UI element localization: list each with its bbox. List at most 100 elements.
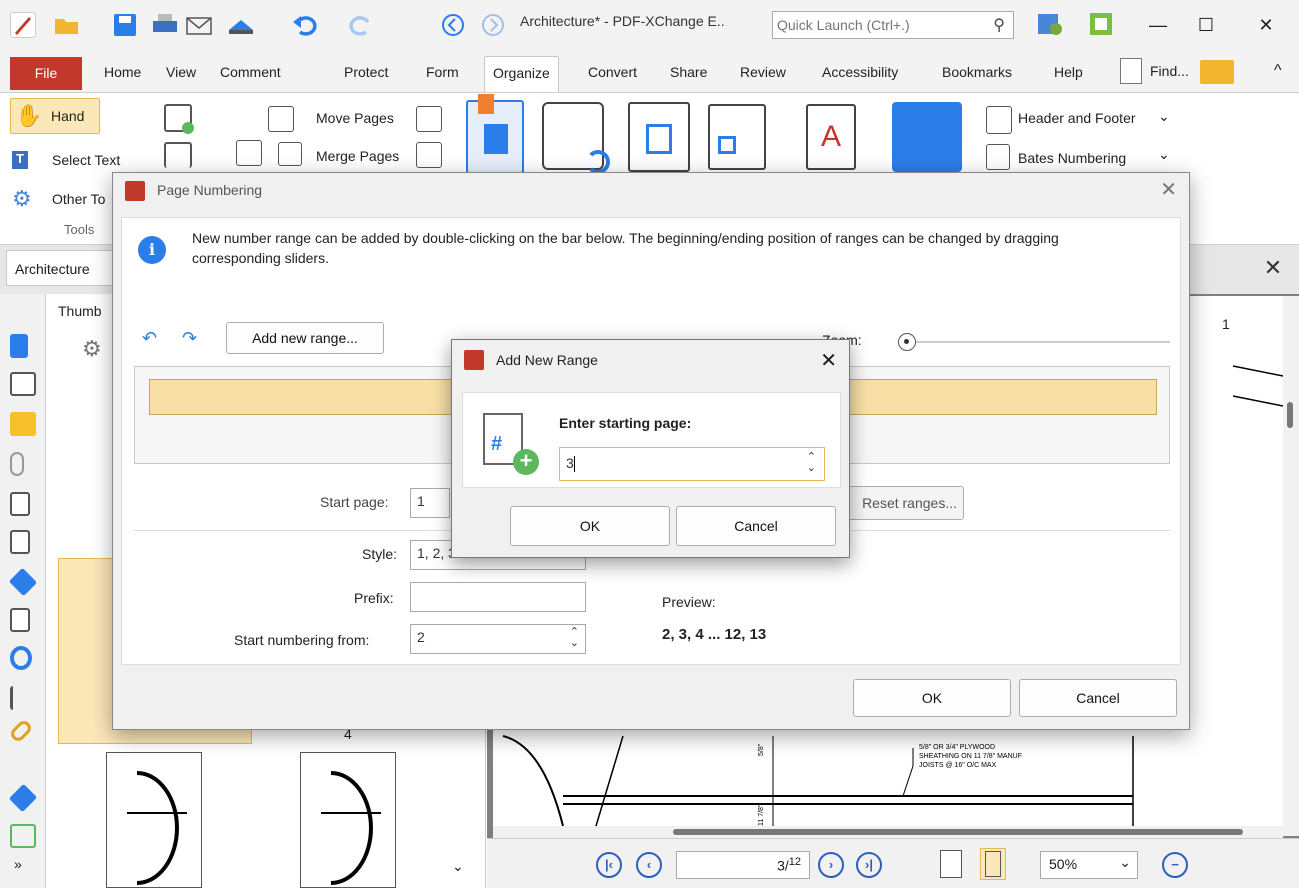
single-page-icon[interactable]: [940, 850, 962, 878]
tab-view[interactable]: View: [166, 64, 196, 80]
find-button[interactable]: Find...: [1120, 58, 1240, 88]
minimize-button[interactable]: —: [1138, 10, 1178, 40]
signatures-icon[interactable]: [10, 530, 30, 554]
last-page-icon[interactable]: ›|: [856, 852, 882, 878]
tab-share[interactable]: Share: [670, 64, 707, 80]
undo-icon[interactable]: [290, 10, 320, 40]
header-footer-chevron-icon[interactable]: ⌄: [1158, 108, 1170, 125]
content-icon[interactable]: [10, 824, 36, 848]
crop-pages-icon[interactable]: [628, 102, 690, 172]
starting-page-field[interactable]: 3 ⌃ ⌄: [559, 447, 825, 481]
add-new-range-button[interactable]: Add new range...: [226, 322, 384, 354]
tab-protect[interactable]: Protect: [344, 64, 388, 80]
document-tab[interactable]: Architecture: [6, 250, 116, 286]
customize-icon[interactable]: [1036, 9, 1066, 39]
redo-icon[interactable]: [346, 10, 376, 40]
zoom-out-icon[interactable]: −: [1162, 852, 1188, 878]
delete-pages-icon[interactable]: [164, 142, 192, 168]
tags-icon[interactable]: [8, 783, 38, 813]
attachments-icon[interactable]: [10, 452, 24, 476]
undo-range-icon[interactable]: ↶: [142, 328, 157, 349]
background-icon[interactable]: [892, 102, 962, 172]
header-footer-button[interactable]: Header and Footer: [1018, 110, 1136, 126]
move-pages-button[interactable]: Move Pages: [316, 110, 394, 126]
zoom-slider-handle[interactable]: [898, 333, 916, 351]
save-icon[interactable]: [110, 10, 140, 40]
thumbnails-icon[interactable]: [10, 372, 36, 396]
merge-pages-button[interactable]: Merge Pages: [316, 148, 399, 164]
tab-help[interactable]: Help: [1054, 64, 1083, 80]
redo-range-icon[interactable]: ↷: [182, 328, 197, 349]
previous-page-icon[interactable]: ‹: [636, 852, 662, 878]
maximize-button[interactable]: ☐: [1186, 10, 1226, 40]
extract-pages-icon[interactable]: [416, 106, 442, 132]
hand-tool-button[interactable]: ✋ Hand: [10, 98, 100, 134]
print-icon[interactable]: [150, 10, 180, 40]
add-range-cancel-button[interactable]: Cancel: [676, 506, 836, 546]
horizontal-scrollbar[interactable]: [493, 826, 1283, 838]
next-page-icon[interactable]: ›: [818, 852, 844, 878]
start-numbering-field[interactable]: 2 ⌃ ⌄: [410, 624, 586, 654]
forward-nav-icon[interactable]: [478, 10, 508, 40]
bookmarks-icon[interactable]: [10, 334, 28, 358]
reset-ranges-button[interactable]: Reset ranges...: [834, 486, 964, 520]
tab-review[interactable]: Review: [740, 64, 786, 80]
tab-file[interactable]: File: [10, 57, 82, 90]
zoom-select[interactable]: 50% ⌄: [1040, 851, 1138, 879]
tab-convert[interactable]: Convert: [588, 64, 637, 80]
quick-launch-input[interactable]: [777, 13, 987, 37]
bates-numbering-button[interactable]: Bates Numbering: [1018, 150, 1126, 166]
spinner-icon[interactable]: ⌃ ⌄: [807, 452, 816, 474]
tab-organize[interactable]: Organize: [484, 56, 559, 92]
tab-comment[interactable]: Comment: [220, 64, 281, 80]
watermark-icon[interactable]: A: [806, 104, 856, 170]
tab-bookmarks[interactable]: Bookmarks: [942, 64, 1012, 80]
insert-pages-icon[interactable]: [164, 104, 194, 134]
fullscreen-icon[interactable]: [1086, 9, 1116, 39]
links-icon[interactable]: [8, 718, 34, 744]
rotate-pages-icon[interactable]: [542, 102, 610, 174]
number-pages-icon[interactable]: [466, 94, 524, 174]
thumbnail-scroll-down-icon[interactable]: ⌄: [452, 858, 464, 875]
app-logo-icon[interactable]: [10, 12, 36, 38]
thumbnail-page[interactable]: [106, 752, 202, 888]
other-tools-button[interactable]: ⚙ Other To: [12, 186, 112, 212]
tab-home[interactable]: Home: [104, 64, 141, 80]
bates-chevron-icon[interactable]: ⌄: [1158, 146, 1170, 163]
thumbnail-settings-icon[interactable]: ⚙: [82, 336, 102, 362]
page-number-field[interactable]: 3/12: [676, 851, 810, 879]
vertical-scrollbar[interactable]: [1283, 296, 1299, 836]
destinations-icon[interactable]: [10, 646, 32, 670]
layers-icon[interactable]: [8, 567, 38, 597]
prefix-field[interactable]: [410, 582, 586, 612]
quick-launch[interactable]: ⚲: [772, 11, 1014, 39]
tab-form[interactable]: Form: [426, 64, 459, 80]
tab-accessibility[interactable]: Accessibility: [822, 64, 898, 80]
start-page-field[interactable]: 1: [410, 488, 450, 518]
spinner-icon[interactable]: ⌃ ⌄: [570, 627, 579, 649]
page-icon[interactable]: [10, 492, 30, 516]
form-fields-icon[interactable]: [10, 608, 30, 632]
page-numbering-ok-button[interactable]: OK: [853, 679, 1011, 717]
zoom-slider[interactable]: [898, 332, 1170, 352]
email-icon[interactable]: [184, 10, 214, 40]
thumbnail-page[interactable]: [300, 752, 396, 888]
first-page-icon[interactable]: |‹: [596, 852, 622, 878]
close-add-range-button[interactable]: ✕: [820, 348, 837, 373]
comments-icon[interactable]: [10, 412, 36, 436]
select-text-button[interactable]: T Select Text: [12, 148, 132, 174]
replace-pages-icon[interactable]: [416, 142, 442, 168]
add-range-ok-button[interactable]: OK: [510, 506, 670, 546]
resize-pages-icon[interactable]: [708, 104, 766, 170]
collapse-ribbon-icon[interactable]: ^: [1274, 62, 1282, 80]
page-numbering-cancel-button[interactable]: Cancel: [1019, 679, 1177, 717]
scan-icon[interactable]: [226, 10, 256, 40]
close-window-button[interactable]: ✕: [1246, 10, 1286, 40]
open-icon[interactable]: [52, 10, 82, 40]
close-document-icon[interactable]: ✕: [1255, 250, 1291, 286]
close-dialog-button[interactable]: ✕: [1160, 177, 1177, 202]
more-icon[interactable]: »: [14, 856, 22, 872]
structure-icon[interactable]: [10, 686, 26, 710]
continuous-page-icon[interactable]: [980, 848, 1006, 880]
split-icon[interactable]: [236, 140, 262, 166]
